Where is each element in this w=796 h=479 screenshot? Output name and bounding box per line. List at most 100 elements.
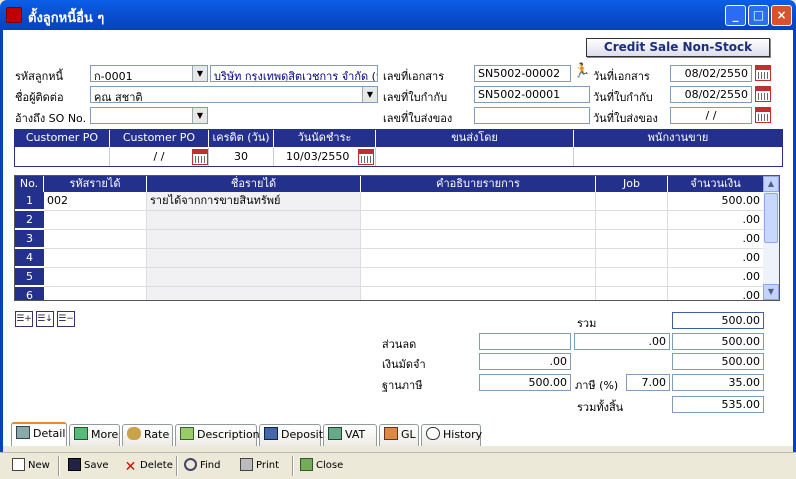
po-credit-days-value[interactable]: 30: [209, 148, 274, 166]
credit-sale-button[interactable]: Credit Sale Non-Stock: [586, 38, 770, 57]
tab-rate[interactable]: Rate: [122, 424, 173, 446]
row-desc[interactable]: [361, 192, 596, 211]
row-amount[interactable]: .00: [668, 287, 764, 300]
row-code[interactable]: [44, 230, 147, 249]
so-ref-field[interactable]: ▼: [90, 107, 208, 124]
running-number-icon[interactable]: 🏃: [573, 63, 590, 79]
row-desc[interactable]: [361, 211, 596, 230]
insert-row-icon[interactable]: ☰+: [15, 311, 33, 327]
invoice-date-label: วันที่ใบกำกับ: [593, 91, 653, 104]
row-amount[interactable]: .00: [668, 211, 764, 230]
tab-history[interactable]: History: [421, 424, 482, 446]
new-button[interactable]: New: [12, 458, 50, 474]
row-number: 2: [15, 211, 44, 229]
detail-icon: [16, 426, 30, 439]
row-job[interactable]: [596, 192, 668, 211]
row-number: 5: [15, 268, 44, 286]
scroll-thumb[interactable]: [764, 193, 778, 243]
tab-detail[interactable]: Detail: [11, 422, 67, 446]
row-name[interactable]: [147, 268, 361, 287]
find-button[interactable]: Find: [184, 458, 221, 474]
row-job[interactable]: [596, 287, 668, 300]
append-row-icon[interactable]: ☰↓: [36, 311, 54, 327]
chevron-down-icon[interactable]: ▼: [192, 66, 207, 81]
invoice-date-field[interactable]: 08/02/2550: [670, 86, 752, 103]
row-job[interactable]: [596, 249, 668, 268]
row-job[interactable]: [596, 268, 668, 287]
po-table: Customer PO Customer PO Date เครดิต (วัน…: [14, 129, 783, 167]
doc-no-field[interactable]: SN5002-00002: [474, 65, 571, 82]
customer-code-label: รหัสลูกหนี้: [15, 70, 64, 83]
window-title: ตั้งลูกหนี้อื่น ๆ: [28, 11, 105, 26]
toolbar-separator: [176, 456, 178, 476]
tax-base-label: ฐานภาษี: [382, 379, 423, 392]
delete-row-icon[interactable]: ☰−: [57, 311, 75, 327]
maximize-button[interactable]: □: [748, 5, 769, 26]
row-code[interactable]: [44, 249, 147, 268]
tab-deposit[interactable]: Deposit: [259, 424, 323, 446]
row-desc[interactable]: [361, 230, 596, 249]
customer-code-field[interactable]: ก-0001 ▼: [90, 65, 208, 82]
invoice-no-field[interactable]: SN5002-00001: [474, 86, 590, 103]
calendar-icon[interactable]: [755, 107, 771, 123]
close-window-button[interactable]: ×: [771, 5, 792, 26]
row-amount[interactable]: .00: [668, 230, 764, 249]
row-job[interactable]: [596, 230, 668, 249]
grid-scrollbar[interactable]: ▲ ▼: [763, 176, 779, 300]
row-name[interactable]: [147, 211, 361, 230]
title-bar: ตั้งลูกหนี้อื่น ๆ _ □ ×: [0, 0, 796, 30]
row-job[interactable]: [596, 211, 668, 230]
row-number: 1: [15, 192, 44, 210]
save-button[interactable]: Save: [68, 458, 109, 474]
money-bag-icon: [127, 427, 141, 440]
close-button[interactable]: Close: [300, 458, 343, 474]
po-customer-po-value[interactable]: [15, 148, 110, 166]
row-desc[interactable]: [361, 268, 596, 287]
tab-gl[interactable]: GL: [379, 424, 419, 446]
row-code[interactable]: 002: [44, 192, 147, 211]
po-header-customer-po: Customer PO: [15, 130, 110, 147]
tab-more[interactable]: More: [69, 424, 120, 446]
calendar-icon[interactable]: [755, 65, 771, 81]
po-salesperson-value[interactable]: [574, 148, 782, 166]
vat-rate-label: ภาษี (%): [575, 379, 619, 392]
row-amount[interactable]: .00: [668, 268, 764, 287]
row-number: 4: [15, 249, 44, 267]
print-button[interactable]: Print: [240, 458, 279, 474]
delivery-date-label: วันที่ใบส่งของ: [593, 112, 658, 125]
row-code[interactable]: [44, 211, 147, 230]
scroll-down-icon[interactable]: ▼: [763, 284, 779, 300]
deposit-field[interactable]: .00: [479, 353, 571, 370]
tax-base-field[interactable]: 500.00: [479, 374, 571, 391]
row-name[interactable]: [147, 249, 361, 268]
row-amount[interactable]: 500.00: [668, 192, 764, 211]
calendar-icon[interactable]: [192, 149, 208, 165]
row-name[interactable]: [147, 230, 361, 249]
calendar-icon[interactable]: [358, 149, 374, 165]
invoice-no-label: เลขที่ใบกำกับ: [383, 91, 448, 104]
row-name[interactable]: [147, 287, 361, 300]
doc-no-label: เลขที่เอกสาร: [383, 70, 445, 83]
scroll-up-icon[interactable]: ▲: [763, 176, 779, 192]
calendar-icon[interactable]: [755, 86, 771, 102]
minimize-button[interactable]: _: [725, 5, 746, 26]
contact-field[interactable]: คุณ สุชาติ ▼: [90, 86, 378, 103]
row-desc[interactable]: [361, 249, 596, 268]
chevron-down-icon[interactable]: ▼: [362, 87, 377, 102]
grid-header-amount: จำนวนเงิน: [668, 176, 764, 192]
po-shipping-value[interactable]: [376, 148, 574, 166]
discount-input[interactable]: [479, 333, 571, 350]
row-name[interactable]: รายได้จากการขายสินทรัพย์: [147, 192, 361, 211]
delete-button[interactable]: ✕ Delete: [124, 458, 173, 474]
tab-description[interactable]: Description: [175, 424, 260, 446]
row-code[interactable]: [44, 287, 147, 300]
tab-vat[interactable]: VAT: [323, 424, 377, 446]
row-code[interactable]: [44, 268, 147, 287]
row-desc[interactable]: [361, 287, 596, 300]
chevron-down-icon[interactable]: ▼: [192, 108, 207, 123]
vat-rate-field[interactable]: 7.00: [626, 374, 670, 391]
row-amount[interactable]: .00: [668, 249, 764, 268]
delivery-no-field[interactable]: [474, 107, 590, 124]
delivery-date-field[interactable]: / /: [670, 107, 752, 124]
doc-date-field[interactable]: 08/02/2550: [670, 65, 752, 82]
